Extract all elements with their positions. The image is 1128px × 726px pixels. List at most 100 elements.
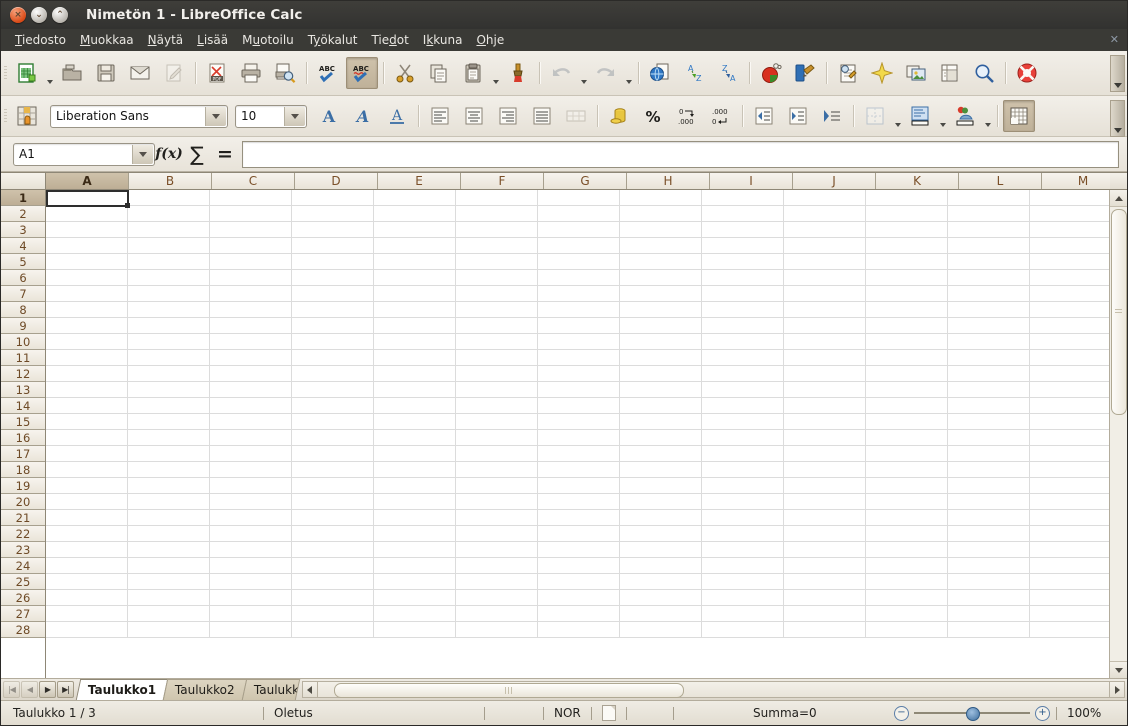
- menu-muotoilu[interactable]: Muotoilu: [235, 31, 301, 49]
- cell-C4[interactable]: [210, 238, 292, 253]
- cell-B10[interactable]: [128, 334, 210, 349]
- cell-E7[interactable]: [374, 286, 456, 301]
- bold-button[interactable]: A: [313, 100, 345, 132]
- cell-L25[interactable]: [948, 574, 1030, 589]
- cell-I16[interactable]: [702, 430, 784, 445]
- cell-I19[interactable]: [702, 478, 784, 493]
- cell-E27[interactable]: [374, 606, 456, 621]
- cell-K22[interactable]: [866, 526, 948, 541]
- cell-J28[interactable]: [784, 622, 866, 637]
- cell-L26[interactable]: [948, 590, 1030, 605]
- cell-J21[interactable]: [784, 510, 866, 525]
- column-header-i[interactable]: I: [710, 173, 793, 189]
- merge-cells-button[interactable]: [560, 100, 592, 132]
- row-header-1[interactable]: 1: [1, 190, 45, 206]
- background-color-button[interactable]: [949, 100, 981, 132]
- cell-G23[interactable]: [538, 542, 620, 557]
- clone-formatting-button[interactable]: [502, 57, 534, 89]
- row-header-18[interactable]: 18: [1, 462, 45, 478]
- cell-A28[interactable]: [46, 622, 128, 637]
- cell-J17[interactable]: [784, 446, 866, 461]
- row-header-15[interactable]: 15: [1, 414, 45, 430]
- cell-M18[interactable]: [1030, 462, 1109, 477]
- cell-G22[interactable]: [538, 526, 620, 541]
- sum-button[interactable]: ∑: [183, 140, 211, 168]
- cell-D14[interactable]: [292, 398, 374, 413]
- cell-H17[interactable]: [620, 446, 702, 461]
- cell-H14[interactable]: [620, 398, 702, 413]
- border-style-button[interactable]: [904, 100, 936, 132]
- cell-C10[interactable]: [210, 334, 292, 349]
- cell-B27[interactable]: [128, 606, 210, 621]
- cell-M13[interactable]: [1030, 382, 1109, 397]
- row-header-11[interactable]: 11: [1, 350, 45, 366]
- cell-D22[interactable]: [292, 526, 374, 541]
- formatting-toolbar-overflow[interactable]: [1110, 100, 1125, 137]
- vertical-scroll-thumb[interactable]: [1111, 209, 1127, 416]
- cell-E25[interactable]: [374, 574, 456, 589]
- cell-G18[interactable]: [538, 462, 620, 477]
- cell-H26[interactable]: [620, 590, 702, 605]
- toolbar-grip[interactable]: [1, 51, 10, 95]
- cell-K10[interactable]: [866, 334, 948, 349]
- cell-C28[interactable]: [210, 622, 292, 637]
- row-header-8[interactable]: 8: [1, 302, 45, 318]
- cell-G6[interactable]: [538, 270, 620, 285]
- row-header-25[interactable]: 25: [1, 574, 45, 590]
- row-header-5[interactable]: 5: [1, 254, 45, 270]
- cell-H24[interactable]: [620, 558, 702, 573]
- cell-D5[interactable]: [292, 254, 374, 269]
- cell-A2[interactable]: [46, 206, 128, 221]
- cell-C24[interactable]: [210, 558, 292, 573]
- cell-B2[interactable]: [128, 206, 210, 221]
- cell-B11[interactable]: [128, 350, 210, 365]
- close-document-icon[interactable]: ✕: [1110, 33, 1119, 46]
- name-box-dropdown-icon[interactable]: [132, 144, 153, 164]
- cell-A21[interactable]: [46, 510, 128, 525]
- cell-J16[interactable]: [784, 430, 866, 445]
- cell-A4[interactable]: [46, 238, 128, 253]
- cell-B19[interactable]: [128, 478, 210, 493]
- formula-input-line[interactable]: [242, 140, 1119, 168]
- cell-G14[interactable]: [538, 398, 620, 413]
- cell-E17[interactable]: [374, 446, 456, 461]
- row-header-24[interactable]: 24: [1, 558, 45, 574]
- scroll-left-button[interactable]: [301, 681, 318, 698]
- cell-M28[interactable]: [1030, 622, 1109, 637]
- cell-J12[interactable]: [784, 366, 866, 381]
- cell-K11[interactable]: [866, 350, 948, 365]
- cell-L19[interactable]: [948, 478, 1030, 493]
- row-header-20[interactable]: 20: [1, 494, 45, 510]
- previous-sheet-button[interactable]: ◀: [21, 681, 38, 698]
- insert-mode-status[interactable]: NOR: [546, 701, 589, 725]
- send-email-button[interactable]: [124, 57, 156, 89]
- cell-M9[interactable]: [1030, 318, 1109, 333]
- autospellcheck-button[interactable]: ABC: [346, 57, 378, 89]
- cell-E24[interactable]: [374, 558, 456, 573]
- cell-E12[interactable]: [374, 366, 456, 381]
- cell-J13[interactable]: [784, 382, 866, 397]
- cell-C11[interactable]: [210, 350, 292, 365]
- cell-J8[interactable]: [784, 302, 866, 317]
- cell-B5[interactable]: [128, 254, 210, 269]
- cell-L6[interactable]: [948, 270, 1030, 285]
- cell-F18[interactable]: [456, 462, 538, 477]
- cell-G21[interactable]: [538, 510, 620, 525]
- cell-F9[interactable]: [456, 318, 538, 333]
- row-header-12[interactable]: 12: [1, 366, 45, 382]
- cell-A18[interactable]: [46, 462, 128, 477]
- undo-button[interactable]: [545, 57, 577, 89]
- cell-K24[interactable]: [866, 558, 948, 573]
- row-header-17[interactable]: 17: [1, 446, 45, 462]
- cell-A22[interactable]: [46, 526, 128, 541]
- cell-K4[interactable]: [866, 238, 948, 253]
- cell-C3[interactable]: [210, 222, 292, 237]
- row-header-9[interactable]: 9: [1, 318, 45, 334]
- cell-B6[interactable]: [128, 270, 210, 285]
- cell-I14[interactable]: [702, 398, 784, 413]
- minimize-window-button[interactable]: ⌄: [31, 7, 47, 23]
- print-button[interactable]: [235, 57, 267, 89]
- save-document-button[interactable]: [90, 57, 122, 89]
- format-percent-button[interactable]: %: [637, 100, 669, 132]
- cell-C16[interactable]: [210, 430, 292, 445]
